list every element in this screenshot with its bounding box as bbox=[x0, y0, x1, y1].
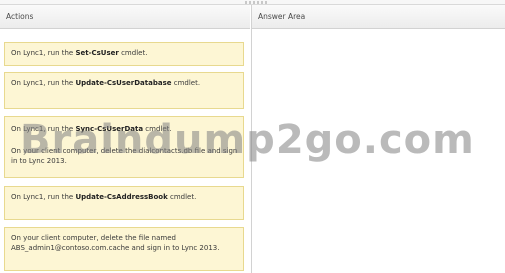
action-text: On Lync1, run the bbox=[11, 49, 76, 57]
action-item[interactable]: On your client computer, delete the file… bbox=[4, 227, 244, 271]
drag-drop-question: Actions Answer Area On Lync1, run the Se… bbox=[0, 0, 505, 273]
cmdlet-name: Update-CsUserDatabase bbox=[75, 79, 172, 87]
action-item[interactable]: On Lync1, run the Sync-CsUserData cmdlet… bbox=[4, 116, 244, 178]
action-text: cmdlet. bbox=[167, 193, 197, 201]
answer-area-drop-zone[interactable] bbox=[251, 29, 505, 273]
cmdlet-name: Update-CsAddressBook bbox=[75, 193, 168, 201]
action-text: On Lync1, run the bbox=[11, 193, 76, 201]
answer-area-header: Answer Area bbox=[251, 5, 505, 29]
actions-header: Actions bbox=[0, 5, 250, 29]
action-text: On Lync1, run the bbox=[11, 125, 76, 133]
action-text: On your client computer, delete the file… bbox=[11, 234, 220, 252]
actions-pane: On Lync1, run the Set-CsUser cmdlet. On … bbox=[0, 29, 250, 273]
drag-grip-icon[interactable] bbox=[245, 1, 267, 4]
action-text: cmdlet. bbox=[171, 79, 201, 87]
action-text: On Lync1, run the bbox=[11, 79, 76, 87]
cmdlet-name: Sync-CsUserData bbox=[75, 125, 144, 133]
action-item[interactable]: On Lync1, run the Update-CsUserDatabase … bbox=[4, 72, 244, 109]
action-text: cmdlet. bbox=[118, 49, 148, 57]
action-text: cmdlet. bbox=[143, 125, 172, 133]
action-item[interactable]: On Lync1, run the Update-CsAddressBook c… bbox=[4, 186, 244, 220]
action-item[interactable]: On Lync1, run the Set-CsUser cmdlet. bbox=[4, 42, 244, 66]
action-text: On your client computer, delete the dial… bbox=[11, 147, 238, 165]
cmdlet-name: Set-CsUser bbox=[75, 49, 119, 57]
